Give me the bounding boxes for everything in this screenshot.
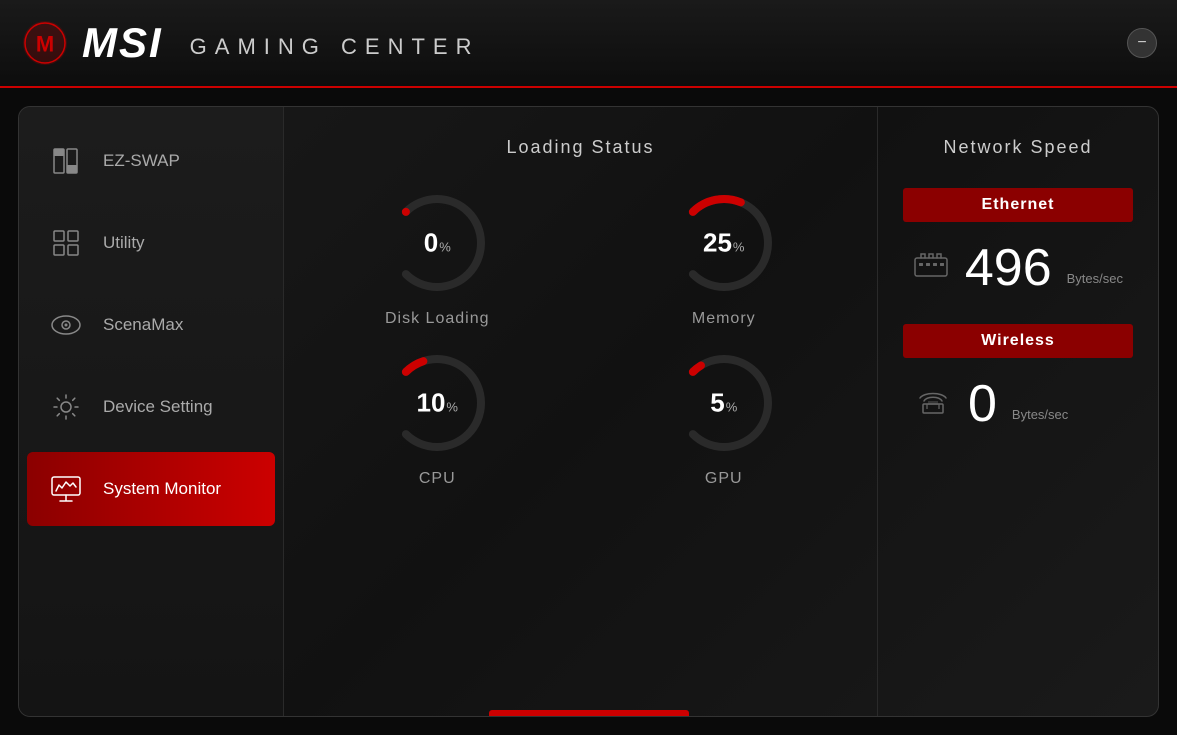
right-panel: Loading Status 0% [284, 107, 1158, 716]
gauge-value-gpu: 5% [710, 388, 737, 419]
svg-text:M: M [36, 31, 54, 56]
gauge-disk: 0% Disk Loading [382, 188, 492, 328]
gauge-memory: 25% Memory [669, 188, 779, 328]
app-title: MSI [82, 22, 163, 64]
sidebar-label-utility: Utility [103, 233, 145, 253]
sidebar-label-system-monitor: System Monitor [103, 479, 221, 499]
loading-status-title: Loading Status [314, 137, 847, 158]
gauge-value-cpu: 10% [417, 388, 458, 419]
sidebar-item-utility[interactable]: Utility [27, 206, 275, 280]
ethernet-label: Ethernet [903, 188, 1133, 222]
wireless-value: 0 [968, 378, 997, 430]
loading-status-panel: Loading Status 0% [284, 107, 878, 716]
sidebar-item-system-monitor[interactable]: System Monitor [27, 452, 275, 526]
wireless-value-row: 0 Bytes/sec [903, 378, 1133, 430]
gauges-grid: 0% Disk Loading 25% [314, 188, 847, 488]
ethernet-value-row: 496 Bytes/sec [903, 242, 1133, 294]
gauge-value-disk: 0% [424, 228, 451, 259]
msi-dragon-icon: M [20, 18, 70, 68]
gauge-ring-memory: 25% [669, 188, 779, 298]
ethernet-unit: Bytes/sec [1067, 271, 1123, 294]
gauge-gpu: 5% GPU [669, 348, 779, 488]
sidebar-label-device-setting: Device Setting [103, 397, 213, 417]
gear-icon [47, 388, 85, 426]
sidebar-label-ez-swap: EZ-SWAP [103, 151, 180, 171]
ethernet-icon [913, 250, 950, 286]
network-speed-panel: Network Speed Ethernet [878, 107, 1158, 716]
msi-logo: M MSI GAMING CENTER [20, 18, 479, 68]
wireless-label: Wireless [903, 324, 1133, 358]
app-subtitle: GAMING CENTER [190, 34, 480, 60]
ethernet-card: Ethernet 496 Bytes/sec [903, 188, 1133, 294]
apps-icon [47, 224, 85, 262]
grid-icon [47, 142, 85, 180]
main-content: EZ-SWAP Utility ScenaMax [18, 106, 1159, 717]
eye-icon [47, 306, 85, 344]
wireless-icon [913, 386, 953, 422]
wireless-card: Wireless 0 Bytes/sec [903, 324, 1133, 430]
sidebar-item-scenamax[interactable]: ScenaMax [27, 288, 275, 362]
title-bar: M MSI GAMING CENTER − [0, 0, 1177, 88]
minimize-button[interactable]: − [1127, 28, 1157, 58]
monitor-icon [47, 470, 85, 508]
gauge-ring-cpu: 10% [382, 348, 492, 458]
gauge-cpu: 10% CPU [382, 348, 492, 488]
gauge-ring-disk: 0% [382, 188, 492, 298]
sidebar-label-scenamax: ScenaMax [103, 315, 183, 335]
ethernet-value: 496 [965, 242, 1052, 294]
sidebar-item-device-setting[interactable]: Device Setting [27, 370, 275, 444]
gauge-ring-gpu: 5% [669, 348, 779, 458]
network-speed-title: Network Speed [903, 137, 1133, 158]
sidebar-item-ez-swap[interactable]: EZ-SWAP [27, 124, 275, 198]
wireless-unit: Bytes/sec [1012, 407, 1068, 430]
gauge-value-memory: 25% [703, 228, 744, 259]
sidebar: EZ-SWAP Utility ScenaMax [19, 107, 284, 716]
